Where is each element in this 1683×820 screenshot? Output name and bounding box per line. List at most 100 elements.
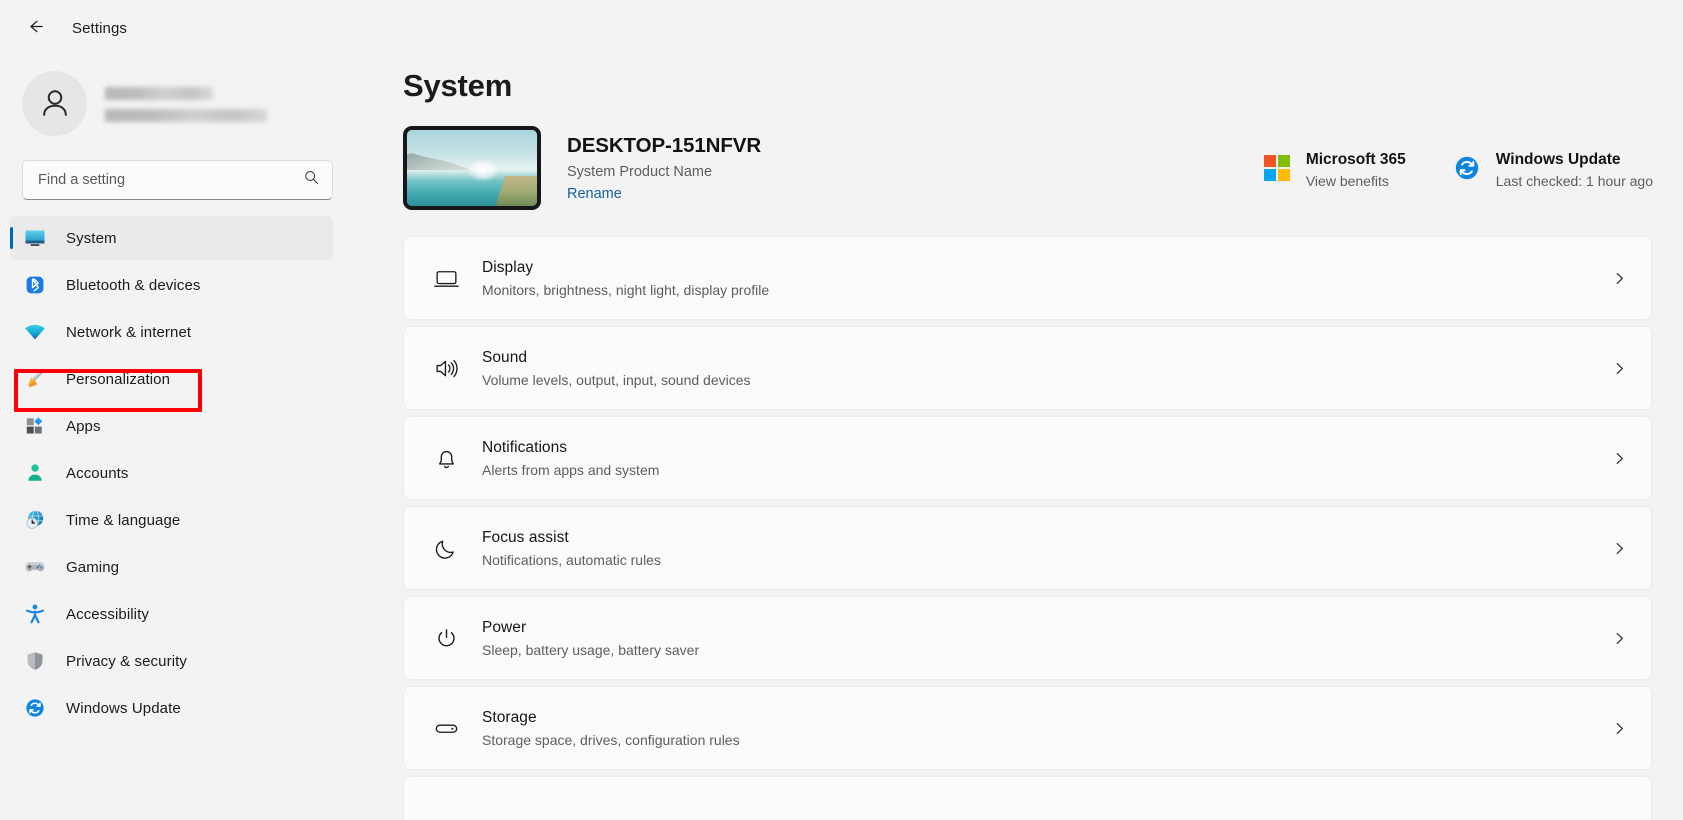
speaker-icon [426,355,466,382]
sidebar-item-network-internet[interactable]: Network & internet [10,310,333,354]
card-title: Focus assist [482,528,569,546]
sidebar-item-label: Personalization [66,370,171,388]
sidebar-item-system[interactable]: System [10,216,333,260]
back-arrow-icon [26,17,45,39]
search-box[interactable] [22,160,333,200]
person-icon [22,460,48,486]
desktop-wallpaper-thumbnail [403,126,541,210]
sidebar-item-accounts[interactable]: Accounts [10,451,333,495]
settings-window: Settings Find a setting System Bluetooth… [0,0,1683,820]
card-sub: Alerts from apps and system [482,461,660,478]
title-bar: Settings [0,0,1683,56]
sidebar-item-gaming[interactable]: Gaming [10,545,333,589]
card-title: Notifications [482,438,568,456]
window-body: System Bluetooth & devices [0,56,1683,820]
sidebar-item-bluetooth-devices[interactable]: Bluetooth & devices [10,263,333,307]
sidebar-item-apps[interactable]: Apps [10,404,333,448]
card-title: Storage [482,708,537,726]
chevron-right-icon[interactable] [1612,271,1633,286]
paintbrush-icon [22,366,48,392]
device-meta: DESKTOP-151NFVR System Product Name Rena… [567,134,761,203]
chevron-right-icon[interactable] [1612,451,1633,466]
sidebar-item-label: Privacy & security [66,652,187,670]
refresh-circle-icon [22,695,48,721]
person-avatar-icon [42,90,67,116]
chevron-right-icon[interactable] [1612,631,1633,646]
chevron-right-icon[interactable] [1612,541,1633,556]
rename-link[interactable]: Rename [567,186,622,202]
power-icon [426,625,466,652]
card-title: Power [482,618,527,636]
sidebar-item-label: Network & internet [66,323,192,341]
sidebar-item-label: Apps [66,417,101,435]
sidebar-item-label: Windows Update [66,699,181,717]
settings-card-next-partial[interactable] [403,776,1652,820]
page-title: System [403,68,513,103]
settings-card-display[interactable]: Display Monitors, brightness, night ligh… [403,236,1652,320]
info-title: Windows Update [1495,151,1621,168]
sidebar-item-time-language[interactable]: Time & language [10,498,333,542]
sidebar-item-label: Accessibility [66,605,149,623]
windows-update-icon [1452,153,1482,183]
storage-drive-icon [426,715,466,742]
account-text-redacted [105,85,267,122]
settings-card-sound[interactable]: Sound Volume levels, output, input, soun… [403,326,1652,410]
apps-grid-icon [22,413,48,439]
microsoft-365-block[interactable]: Microsoft 365 View benefits [1262,151,1406,189]
settings-card-focus-assist[interactable]: Focus assist Notifications, automatic ru… [403,506,1652,590]
back-button[interactable] [16,11,54,45]
sidebar-item-windows-update[interactable]: Windows Update [10,686,333,730]
card-sub: Storage space, drives, configuration rul… [482,731,740,748]
sidebar-item-accessibility[interactable]: Accessibility [10,592,333,636]
gamepad-icon [22,554,48,580]
shield-icon [22,648,48,674]
card-title: Sound [482,348,528,366]
app-title: Settings [72,19,127,37]
sidebar-item-label: Accounts [66,464,129,482]
sidebar-nav: System Bluetooth & devices Network & int… [0,216,355,730]
sidebar-item-label: Bluetooth & devices [66,276,201,294]
header-info-blocks: Microsoft 365 View benefits Windows Upda… [1262,147,1653,189]
card-sub: Monitors, brightness, night light, displ… [482,281,770,298]
bell-icon [426,445,466,472]
chevron-right-icon[interactable] [1612,361,1633,376]
display-monitor-icon [426,265,466,292]
account-email-blurred [105,108,267,122]
sidebar: System Bluetooth & devices [0,56,355,820]
windows-update-block[interactable]: Windows Update Last checked: 1 hour ago [1452,151,1653,189]
card-sub: Sleep, battery usage, battery saver [482,641,700,658]
card-title: Display [482,258,534,276]
card-sub: Notifications, automatic rules [482,551,661,568]
info-sub: Last checked: 1 hour ago [1495,173,1653,189]
settings-card-notifications[interactable]: Notifications Alerts from apps and syste… [403,416,1652,500]
sidebar-item-label: Gaming [66,558,120,576]
sidebar-item-label: System [66,229,117,247]
moon-icon [426,535,466,562]
sidebar-item-privacy-security[interactable]: Privacy & security [10,639,333,683]
settings-card-storage[interactable]: Storage Storage space, drives, configura… [403,686,1652,770]
device-summary-row: DESKTOP-151NFVR System Product Name Rena… [403,126,1683,210]
settings-card-list: Display Monitors, brightness, night ligh… [403,236,1683,820]
microsoft-logo-icon [1262,153,1292,183]
chevron-right-icon[interactable] [1612,721,1633,736]
bluetooth-icon [22,272,48,298]
sidebar-item-label: Time & language [66,511,181,529]
account-header[interactable] [0,56,355,144]
accessibility-person-icon [22,601,48,627]
search-area [0,144,355,200]
monitor-icon [22,225,48,251]
avatar [22,70,87,136]
account-name-blurred [105,86,213,100]
search-icon[interactable] [303,169,320,191]
card-sub: Volume levels, output, input, sound devi… [482,371,751,388]
wifi-icon [22,319,48,345]
info-sub: View benefits [1305,173,1389,189]
sidebar-item-personalization[interactable]: Personalization [10,357,333,401]
settings-card-power[interactable]: Power Sleep, battery usage, battery save… [403,596,1652,680]
device-product-name: System Product Name [567,163,713,180]
globe-clock-icon [22,507,48,533]
search-input[interactable] [38,172,303,188]
main-content: System DESKTOP-151NFVR System Product Na… [355,56,1683,820]
device-name: DESKTOP-151NFVR [567,133,762,157]
info-title: Microsoft 365 [1305,151,1406,168]
